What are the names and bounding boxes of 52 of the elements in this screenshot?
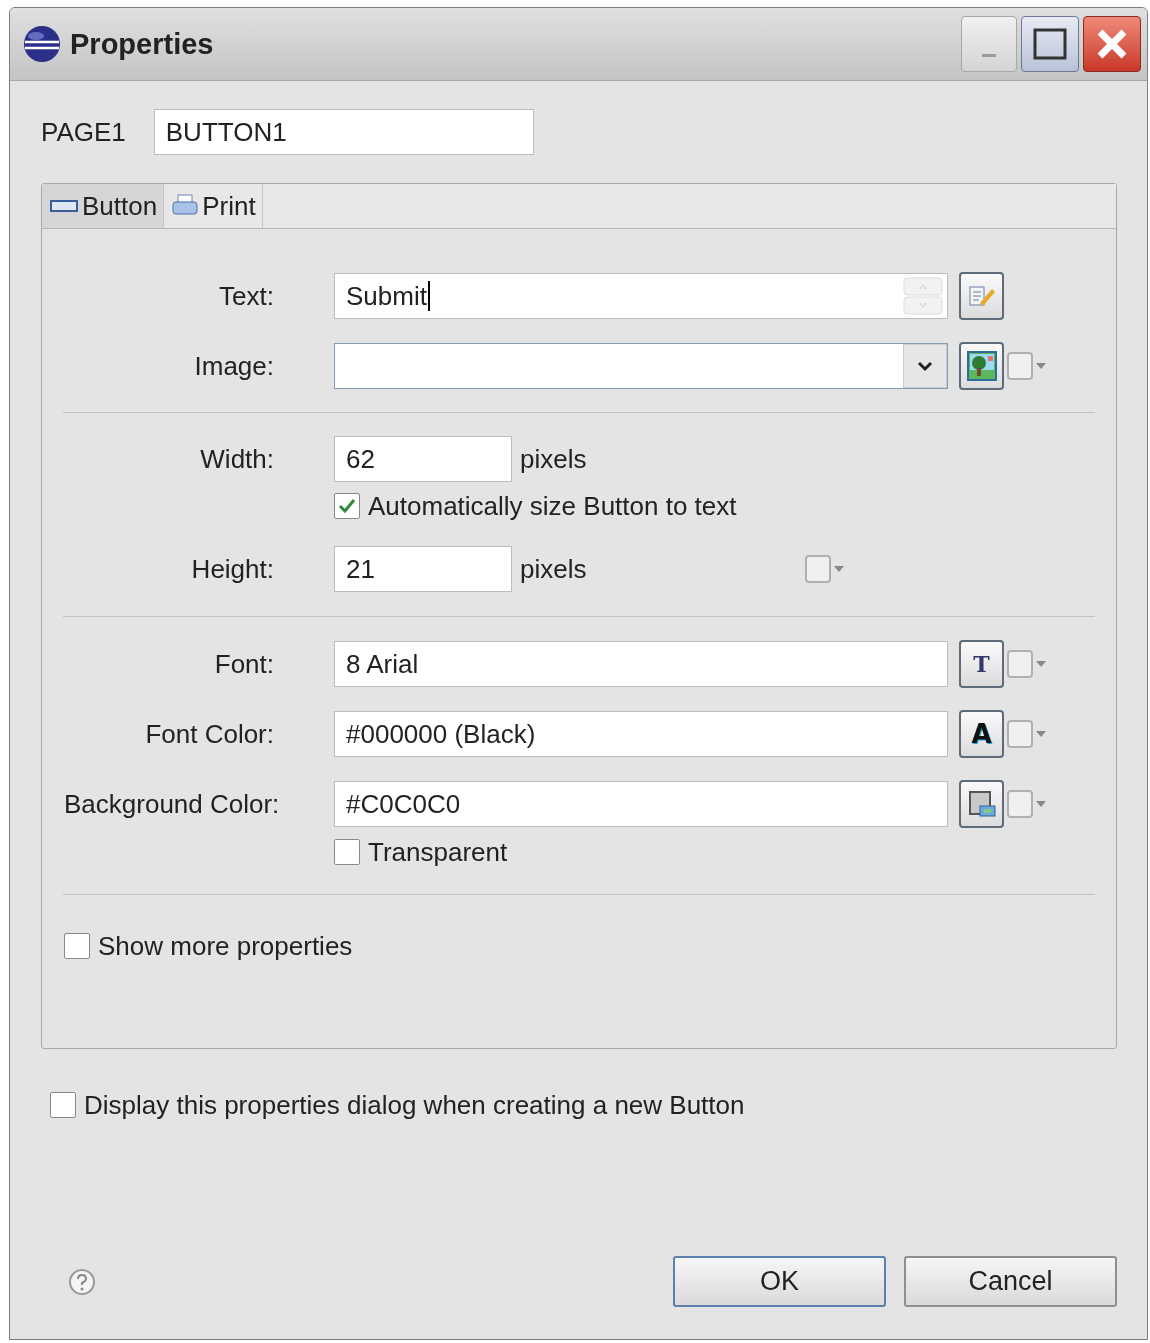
checkbox[interactable] (334, 493, 360, 519)
checkbox-label: Transparent (368, 836, 508, 868)
checkbox-label: Automatically size Button to text (368, 490, 737, 522)
option-dropdown[interactable] (1007, 647, 1049, 681)
chevron-down-icon (903, 344, 947, 388)
image-icon (966, 351, 997, 381)
number-field[interactable]: 21 (334, 546, 512, 592)
printer-icon (172, 194, 199, 218)
checkbox[interactable] (50, 1092, 76, 1118)
maximize-icon (1033, 28, 1067, 60)
checkbox-label: Show more properties (98, 930, 353, 962)
edit-icon (967, 283, 996, 309)
minimize-icon (982, 53, 996, 57)
field-label: Image: (193, 350, 275, 382)
button-icon (50, 198, 78, 214)
field-label: Background Color: (64, 788, 281, 820)
text-field[interactable]: Submit (334, 273, 948, 319)
name-field[interactable]: BUTTON1 (153, 109, 534, 155)
font-color-button[interactable]: A (959, 710, 1004, 758)
window-title: Properties (70, 27, 215, 61)
value-field[interactable]: #000000 (Black) (334, 711, 948, 757)
spinner-icon (903, 277, 943, 315)
font-button[interactable]: T (959, 640, 1004, 688)
checkbox[interactable] (64, 933, 90, 959)
number-field[interactable]: 62 (334, 436, 512, 482)
edit-button[interactable] (959, 272, 1004, 320)
ok-button[interactable]: OK (673, 1256, 886, 1307)
unit-label: pixels (520, 553, 587, 585)
field-label: Font: (213, 648, 275, 680)
value-field[interactable]: 8 Arial (334, 641, 948, 687)
unit-label: pixels (520, 443, 587, 475)
image-dropdown[interactable] (334, 343, 948, 389)
cancel-button[interactable]: Cancel (904, 1256, 1117, 1307)
checkbox-label: Display this properties dialog when creating a new Button (84, 1089, 745, 1121)
tab[interactable]: Button (42, 184, 165, 228)
app-icon (22, 24, 62, 64)
value-field[interactable]: #C0C0C0 (334, 781, 948, 827)
field-label: Width: (199, 443, 275, 475)
background-color-icon (966, 789, 997, 819)
close-icon (1095, 27, 1129, 61)
field-label: Font Color: (144, 718, 275, 750)
checkbox[interactable] (334, 839, 360, 865)
page-label: PAGE1 (41, 116, 126, 148)
help-icon[interactable] (68, 1267, 96, 1296)
image-button[interactable] (959, 342, 1004, 390)
close-button[interactable] (1083, 16, 1141, 72)
field-label: Height: (190, 553, 275, 585)
maximize-button[interactable] (1021, 16, 1079, 72)
check-icon (337, 496, 357, 516)
option-dropdown[interactable] (1007, 717, 1049, 751)
background-color-button[interactable] (959, 780, 1004, 828)
field-label: Text: (218, 280, 275, 312)
